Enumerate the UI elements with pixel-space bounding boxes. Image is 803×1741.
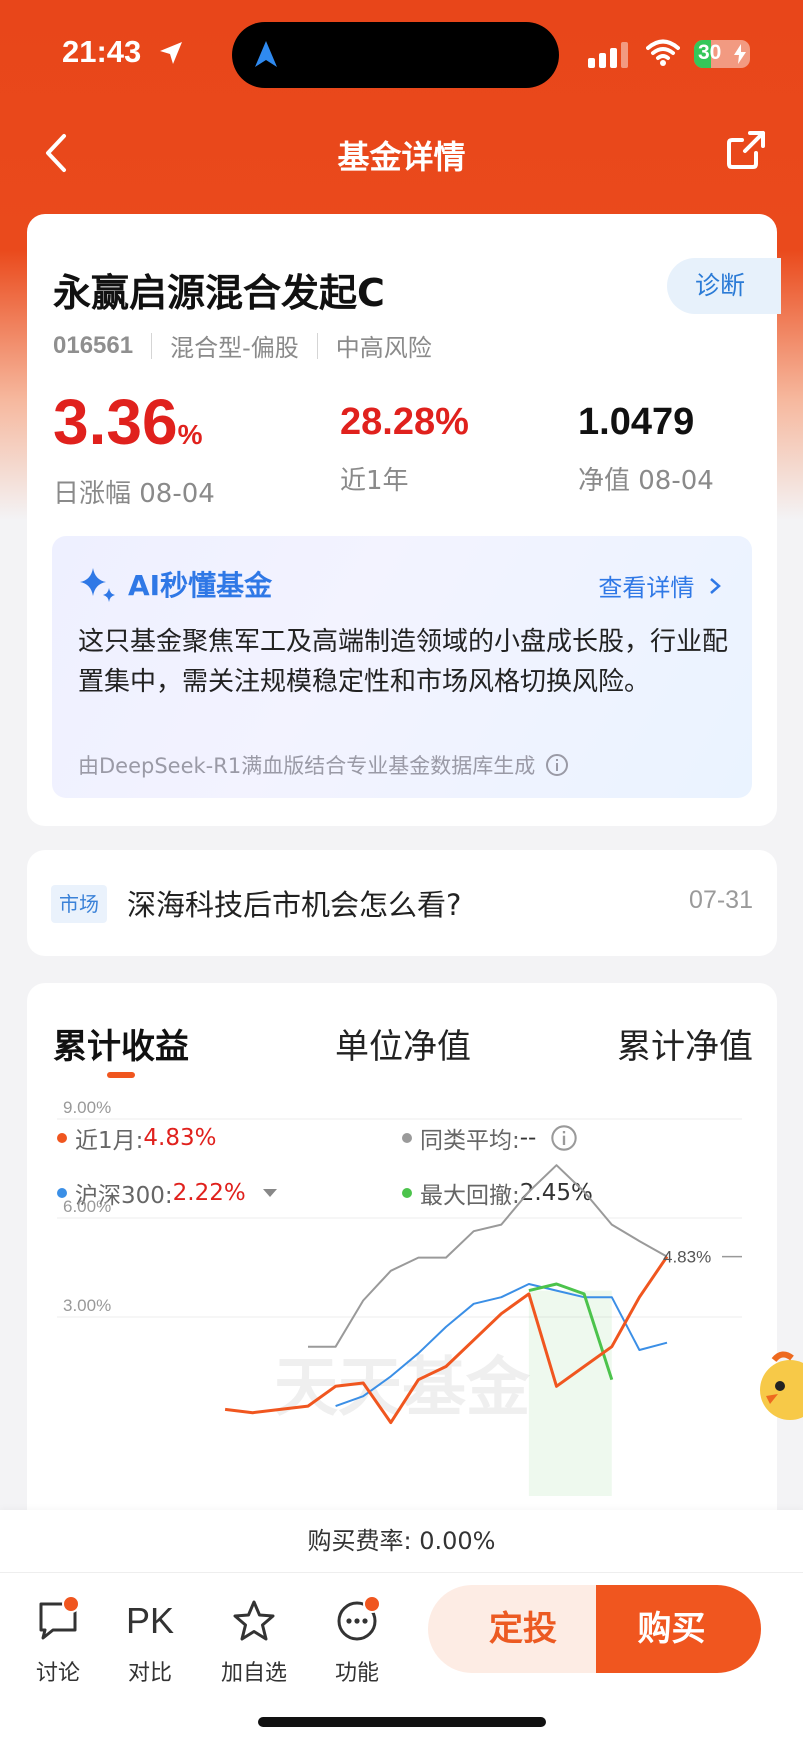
news-card[interactable]: 市场 深海科技后市机会怎么看? 07-31 [27,850,777,956]
ai-source: 由DeepSeek-R1满血版结合专业基金数据库生成 [78,750,569,780]
battery-level: 30 [698,41,722,64]
news-title: 深海科技后市机会怎么看? [127,888,462,922]
compare-button[interactable]: PK 对比 [110,1591,190,1687]
daily-change-label: 日涨幅 08-04 [53,479,215,509]
more-icon-wrap [317,1591,397,1651]
year-return-value: 28.28% [340,401,469,443]
watermark: 天天基金 [274,1350,531,1425]
share-icon[interactable] [726,130,766,170]
fund-code: 016561 [53,331,134,359]
navigation-arrow-icon [255,41,277,67]
diagnose-button[interactable]: 诊断 [667,258,781,314]
nav-label: 净值 08-04 [578,466,714,496]
battery-indicator: 30 [694,40,750,68]
y-tick-label: 6.00% [63,1197,111,1216]
pk-icon-text: PK [125,1600,175,1641]
fund-risk: 中高风险 [335,334,432,362]
compare-label: 对比 [127,1661,172,1686]
purchase-fee: 购买费率: 0.00% [0,1510,803,1572]
fund-summary-card: 永赢启源混合发起C 诊断 016561 混合型-偏股 中高风险 3.36% 日涨… [27,214,781,826]
notification-badge [62,1595,80,1613]
discuss-button[interactable]: 讨论 [18,1591,98,1687]
discuss-icon-wrap [18,1591,98,1651]
fund-name: 永赢启源混合发起C [53,271,385,315]
chevron-right-icon [710,578,721,594]
year-return-label: 近1年 [340,466,409,496]
y-tick-label: 9.00% [63,1098,111,1117]
fund-meta: 016561 混合型-偏股 中高风险 [53,328,432,363]
daily-change: 3.36% [53,384,215,473]
dynamic-island [232,22,559,88]
ai-summary-panel[interactable]: AI秒懂基金 查看详情 这只基金聚焦军工及高端制造领域的小盘成长股，行业配置集中… [52,536,752,798]
add-watchlist-button[interactable]: 加自选 [214,1591,294,1687]
ai-title-text: AI秒懂基金 [128,569,273,602]
y-tick-label: 3.00% [63,1296,111,1315]
ai-view-details-label: 查看详情 [598,574,695,602]
nav-value: 1.0479 [578,401,695,443]
ai-summary-text: 这只基金聚焦军工及高端制造领域的小盘成长股，行业配置集中，需关注规模稳定性和市场… [78,627,729,697]
buy-button[interactable]: 购买 [596,1585,761,1673]
wifi-icon [646,39,680,66]
news-date: 07-31 [689,886,753,914]
func-label: 功能 [334,1661,379,1686]
status-time: 21:43 [62,34,142,69]
nav-stat: 1.0479 净值 08-04 [578,384,714,497]
notification-badge [363,1595,381,1613]
cellular-signal-icon [588,42,628,68]
star-icon-wrap [214,1591,294,1651]
daily-change-unit: % [177,419,203,450]
ai-view-details-link[interactable]: 查看详情 [598,568,722,603]
daily-change-value: 3.36 [53,386,178,458]
daily-change-stat: 3.36% 日涨幅 08-04 [53,384,215,510]
status-bar: 21:43 30 [0,0,803,110]
watch-label: 加自选 [220,1661,287,1686]
return-line-chart: 9.00% 6.00% 3.00% 天天基金 4.83% [57,1098,742,1496]
page-title: 基金详情 [337,138,466,176]
ai-source-text: 由DeepSeek-R1满血版结合专业基金数据库生成 [78,754,536,778]
sparkle-icon [80,568,115,602]
ai-title: AI秒懂基金 [78,564,272,604]
home-indicator [258,1717,546,1727]
divider [151,332,153,359]
peer-average-line [308,1164,668,1348]
star-icon [233,1600,275,1641]
divider [316,332,318,359]
location-arrow-icon [160,42,182,64]
charging-bolt-icon [734,44,746,64]
auto-invest-button[interactable]: 定投 [428,1585,598,1673]
functions-button[interactable]: 功能 [317,1591,397,1687]
year-return-stat: 28.28% 近1年 [340,384,469,497]
pk-icon: PK [110,1591,190,1651]
news-tag: 市场 [51,885,107,923]
bottom-toolbar: 讨论 PK 对比 加自选 功能 定投 购买 [0,1572,803,1741]
info-icon[interactable] [545,753,569,777]
discuss-label: 讨论 [35,1661,80,1686]
drawdown-region [528,1290,612,1496]
chick-mascot-icon[interactable] [752,1350,803,1424]
fund-type: 混合型-偏股 [170,334,299,362]
end-value-label: 4.83% [663,1248,711,1267]
